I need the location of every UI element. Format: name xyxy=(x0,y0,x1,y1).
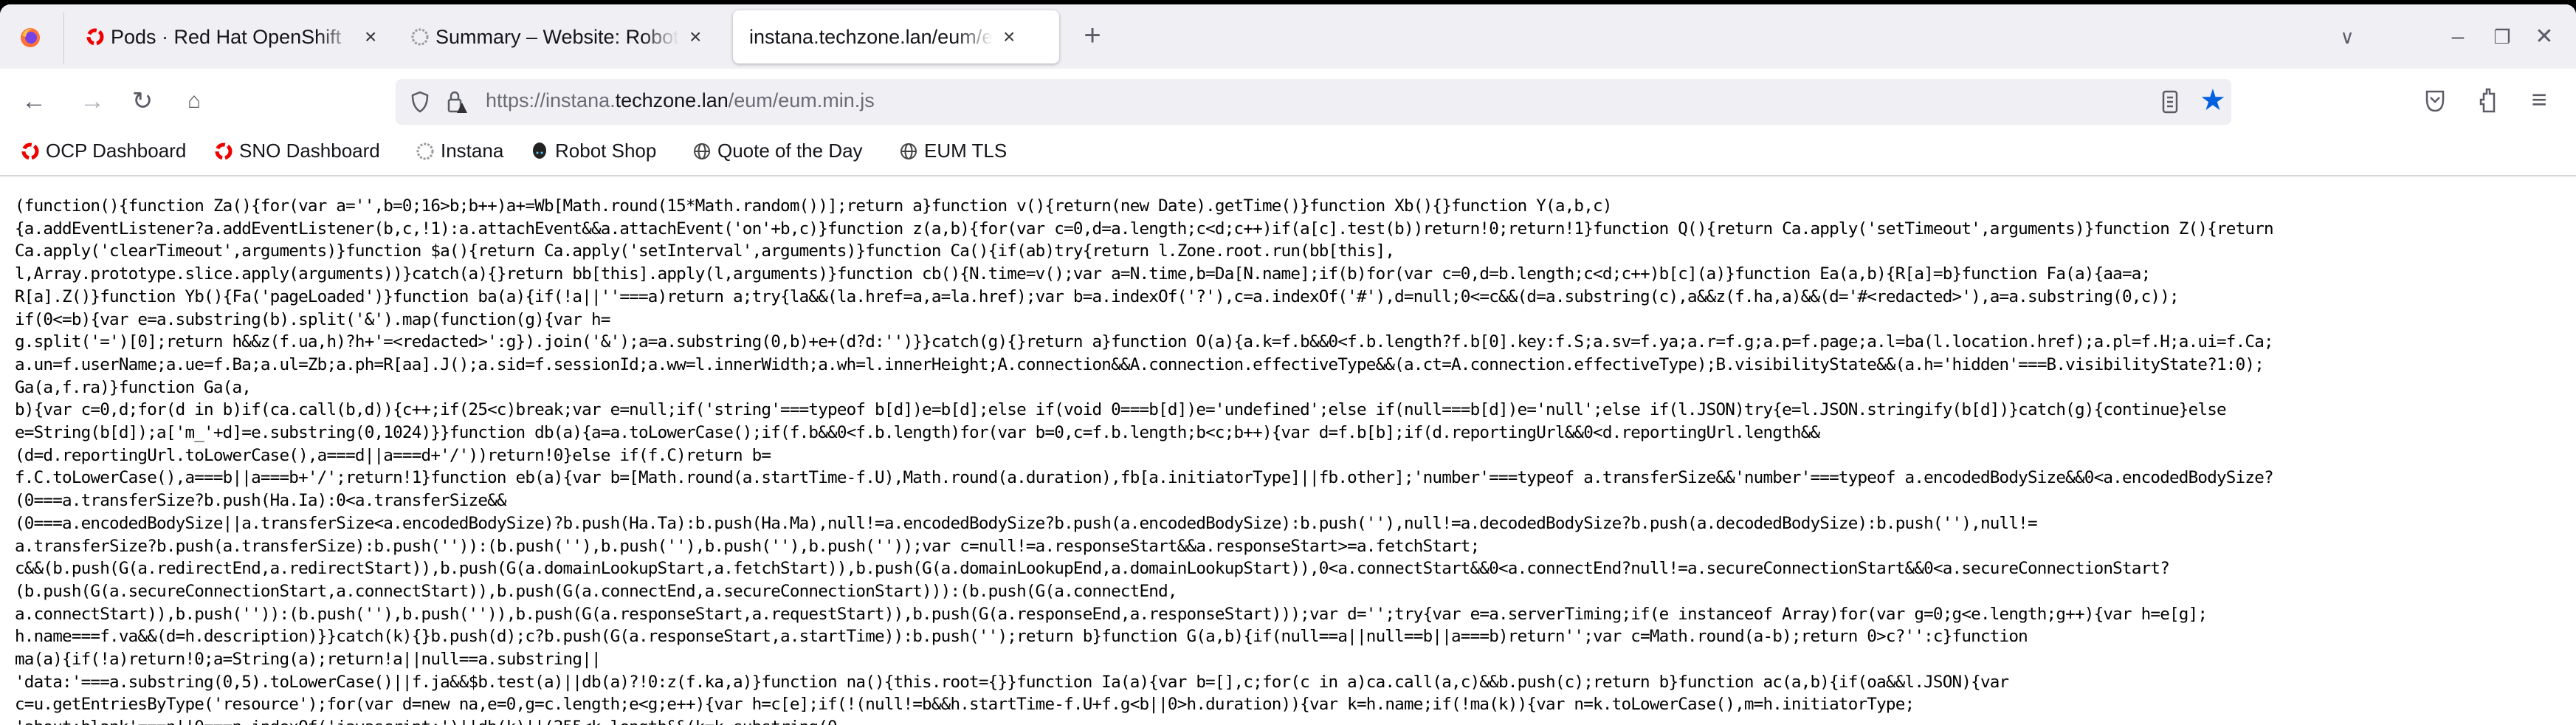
tab-bar: Pods · Red Hat OpenShift × Summary – Web… xyxy=(0,4,2576,69)
insecure-lock-icon[interactable] xyxy=(446,89,468,114)
robot-icon xyxy=(533,142,546,159)
tab-label: Pods · Red Hat OpenShift xyxy=(111,25,342,48)
home-button[interactable]: ⌂ xyxy=(178,85,210,117)
code-line: if(0<=b){var e=a.substring(b).split('&')… xyxy=(15,309,610,329)
bookmark-label: OCP Dashboard xyxy=(46,140,187,162)
globe-icon xyxy=(694,142,710,159)
code-line: (b.push(G(a.secureConnectionStart,a.conn… xyxy=(15,581,1178,601)
list-all-tabs-chevron-down-icon[interactable]: ∨ xyxy=(2331,21,2363,53)
code-line: a.un=f.userName;a.ue=f.Ba;a.ul=Zb;a.ph=R… xyxy=(15,354,2265,374)
bookmark-robot-shop[interactable]: Robot Shop xyxy=(530,140,656,162)
code-line: 'data:'===a.substring(0,5).toLowerCase()… xyxy=(15,672,2009,692)
reader-view-icon[interactable] xyxy=(2161,90,2179,114)
bookmark-ocp-dashboard[interactable]: OCP Dashboard xyxy=(21,140,186,162)
bookmark-instana[interactable]: Instana xyxy=(416,140,503,162)
bookmark-label: SNO Dashboard xyxy=(239,140,380,162)
code-line: (function(){function Za(){for(var a='',b… xyxy=(15,196,1612,216)
bookmark-label: EUM TLS xyxy=(924,140,1008,162)
openshift-icon xyxy=(86,28,104,46)
tab-label: instana.techzone.lan/eum/eum.min.js xyxy=(749,25,993,48)
bookmark-label: Instana xyxy=(441,140,504,162)
url-path: /eum/eum.min.js xyxy=(728,89,875,111)
code-line: b){var c=0,d;for(d in b)if(ca.call(b,d))… xyxy=(15,400,2227,420)
code-line: Ca.apply('clearTimeout',arguments)}funct… xyxy=(15,241,1395,261)
bookmark-sno-dashboard[interactable]: SNO Dashboard xyxy=(214,140,380,162)
code-line: Ga(a,f.ra)}function Ga(a, xyxy=(15,377,252,397)
code-line: g.split('=')[0];return h&&z(f.ua,h)?h+'=… xyxy=(15,332,2274,352)
url-domain: techzone.lan xyxy=(615,89,729,111)
code-line: e=String(b[d]);a['m_'+d]=e.substring(0,1… xyxy=(15,423,1820,443)
forward-button[interactable]: → xyxy=(76,85,109,117)
bookmark-quote-of-the-day[interactable]: Quote of the Day xyxy=(692,140,863,162)
minimize-button[interactable]: – xyxy=(2442,21,2474,53)
instana-icon xyxy=(411,28,429,46)
back-button[interactable]: ← xyxy=(18,85,50,117)
openshift-icon xyxy=(215,142,233,159)
globe-icon xyxy=(900,142,917,159)
reload-button[interactable]: ↻ xyxy=(126,85,159,117)
bookmarks-toolbar: OCP Dashboard SNO Dashboard Instana Robo… xyxy=(0,134,2576,176)
code-line: a.transferSize?b.push(a.transferSize):b.… xyxy=(15,536,1480,556)
tab-eum-min-js[interactable]: instana.techzone.lan/eum/eum.min.js × xyxy=(733,10,1059,63)
code-line: c=u.getEntriesByType('resource');for(var… xyxy=(15,695,1915,715)
url-prefix: https://instana. xyxy=(486,89,616,111)
code-line: (d=d.reportingUrl.toLowerCase(),a===d||a… xyxy=(15,445,771,465)
code-line: 'about:blank'===n||0===n.indexOf('javasc… xyxy=(15,716,2273,725)
code-line: l,Array.prototype.slice.apply(arguments)… xyxy=(15,264,2151,284)
tab-separator xyxy=(63,12,64,63)
tab-pods-openshift[interactable]: Pods · Red Hat OpenShift × xyxy=(78,10,396,63)
code-line: ma(a){if(!a)return!0;a=String(a);return!… xyxy=(15,650,602,670)
close-tab-icon[interactable]: × xyxy=(689,25,701,49)
code-line: {a.addEventListener?a.addEventListener(b… xyxy=(15,219,2274,238)
code-line: (0===a.encodedBodySize||a.transferSize<a… xyxy=(15,513,2038,533)
navigation-bar: ← → ↻ ⌂ https://instana.techzone.lan/eum… xyxy=(0,69,2576,134)
source-code-view: (function(){function Za(){for(var a='',b… xyxy=(15,195,2274,725)
bookmark-eum-tls[interactable]: EUM TLS xyxy=(899,140,1007,162)
code-line: h.name===f.va&&(d=h.description)}}catch(… xyxy=(15,627,2028,647)
code-line: R[a].Z()}function Yb(){Fa('pageLoaded')}… xyxy=(15,286,2180,306)
menu-hamburger-icon[interactable]: ≡ xyxy=(2523,83,2555,116)
pocket-icon[interactable] xyxy=(2425,89,2445,114)
openshift-icon xyxy=(21,142,39,159)
firefox-icon[interactable] xyxy=(19,27,41,49)
address-bar[interactable]: https://instana.techzone.lan/eum/eum.min… xyxy=(396,79,2231,125)
close-window-button[interactable]: ✕ xyxy=(2528,21,2560,53)
browser-window: Pods · Red Hat OpenShift × Summary – Web… xyxy=(0,4,2576,725)
code-line: c&&(b.push(G(a.redirectEnd,a.redirectSta… xyxy=(15,559,2170,579)
new-tab-button[interactable]: + xyxy=(1076,19,1109,52)
instana-icon xyxy=(416,142,434,159)
code-line: f.C.toLowerCase(),a===b||a===b+'/';retur… xyxy=(15,468,2274,488)
tab-summary-website[interactable]: Summary – Website: Robot Shop × xyxy=(403,10,720,63)
close-tab-icon[interactable]: × xyxy=(365,25,376,49)
close-tab-icon[interactable]: × xyxy=(1003,25,1015,49)
code-line: a.connectStart)),b.push('')):(b.push('')… xyxy=(15,604,2208,624)
bookmark-star-icon[interactable]: ★ xyxy=(2200,83,2226,117)
extensions-puzzle-icon[interactable] xyxy=(2478,86,2498,114)
tracking-protection-shield-icon[interactable] xyxy=(410,91,430,113)
bookmark-label: Quote of the Day xyxy=(717,140,863,162)
code-line: (0===a.transferSize?b.push(Ha.Ia):0<a.tr… xyxy=(15,491,507,511)
tab-label: Summary – Website: Robot Shop xyxy=(435,25,679,48)
url-text[interactable]: https://instana.techzone.lan/eum/eum.min… xyxy=(486,89,875,112)
restore-button[interactable]: ❐ xyxy=(2486,21,2518,53)
bookmark-label: Robot Shop xyxy=(555,140,657,162)
